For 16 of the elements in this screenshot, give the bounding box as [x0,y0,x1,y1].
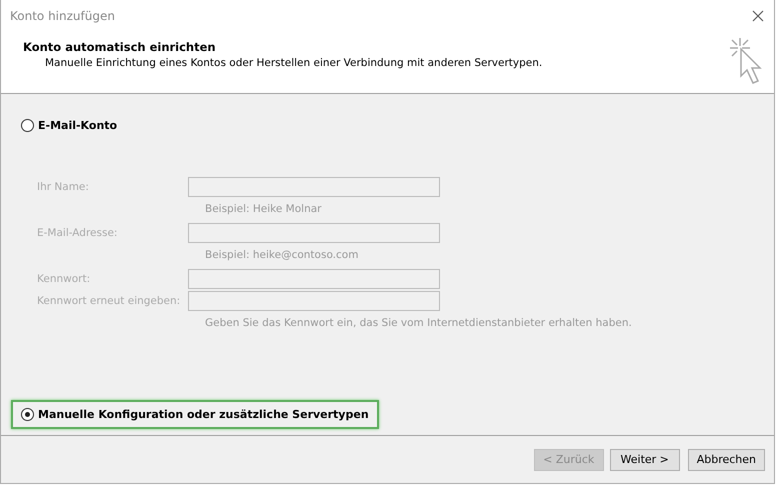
field-label: Kennwort erneut eingeben: [37,295,182,307]
field-hint: Beispiel: heike@contoso.com [204,248,358,263]
dialog-button[interactable]: Weiter > [610,448,680,470]
field-hint: Beispiel: Heike Molnar [204,202,322,217]
manual-config-radio[interactable]: Manuelle Konfiguration oder zusätzliche Servertypen [11,400,379,429]
window-title: Konto hinzufügen [10,9,115,23]
email-account-radio[interactable]: E-Mail-Konto [11,111,128,140]
field-label: Ihr Name: [37,181,90,193]
field-label: Kennwort: [37,273,92,285]
field-label: E-Mail-Adresse: [37,227,118,239]
cursor-click-icon [728,36,764,86]
field-hint: Geben Sie das Kennwort ein, das Sie vom Internetdienstanbieter erhalten haben. [204,316,632,331]
close-icon[interactable] [752,10,764,22]
dialog-button[interactable]: Abbrechen [688,448,765,470]
section-subtitle: Manuelle Einrichtung eines Kontos oder Herstellen einer Verbindung mit anderen Servertypen. [44,57,542,69]
section-title: Konto automatisch einrichten [23,40,217,54]
